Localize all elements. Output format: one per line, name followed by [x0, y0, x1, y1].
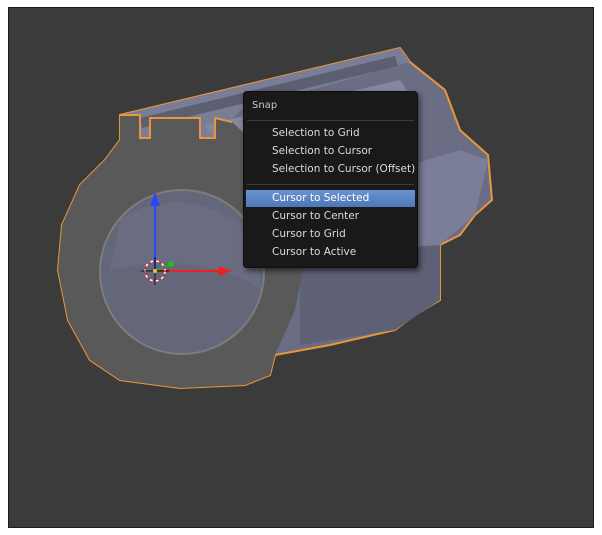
menu-divider	[247, 184, 414, 185]
y-axis-arrow-icon[interactable]	[168, 261, 174, 267]
menu-divider	[247, 120, 414, 121]
menu-item-selection-to-cursor[interactable]: Selection to Cursor	[244, 143, 417, 160]
menu-item-selection-to-grid[interactable]: Selection to Grid	[244, 125, 417, 142]
menu-title: Snap	[252, 100, 278, 111]
menu-item-cursor-to-active[interactable]: Cursor to Active	[244, 244, 417, 261]
menu-item-selection-to-cursor-offset[interactable]: Selection to Cursor (Offset)	[244, 161, 417, 178]
menu-item-cursor-to-center[interactable]: Cursor to Center	[244, 208, 417, 225]
menu-item-cursor-to-grid[interactable]: Cursor to Grid	[244, 226, 417, 243]
snap-menu: Snap Selection to Grid Selection to Curs…	[243, 91, 418, 268]
menu-item-cursor-to-selected[interactable]: Cursor to Selected	[246, 190, 415, 207]
